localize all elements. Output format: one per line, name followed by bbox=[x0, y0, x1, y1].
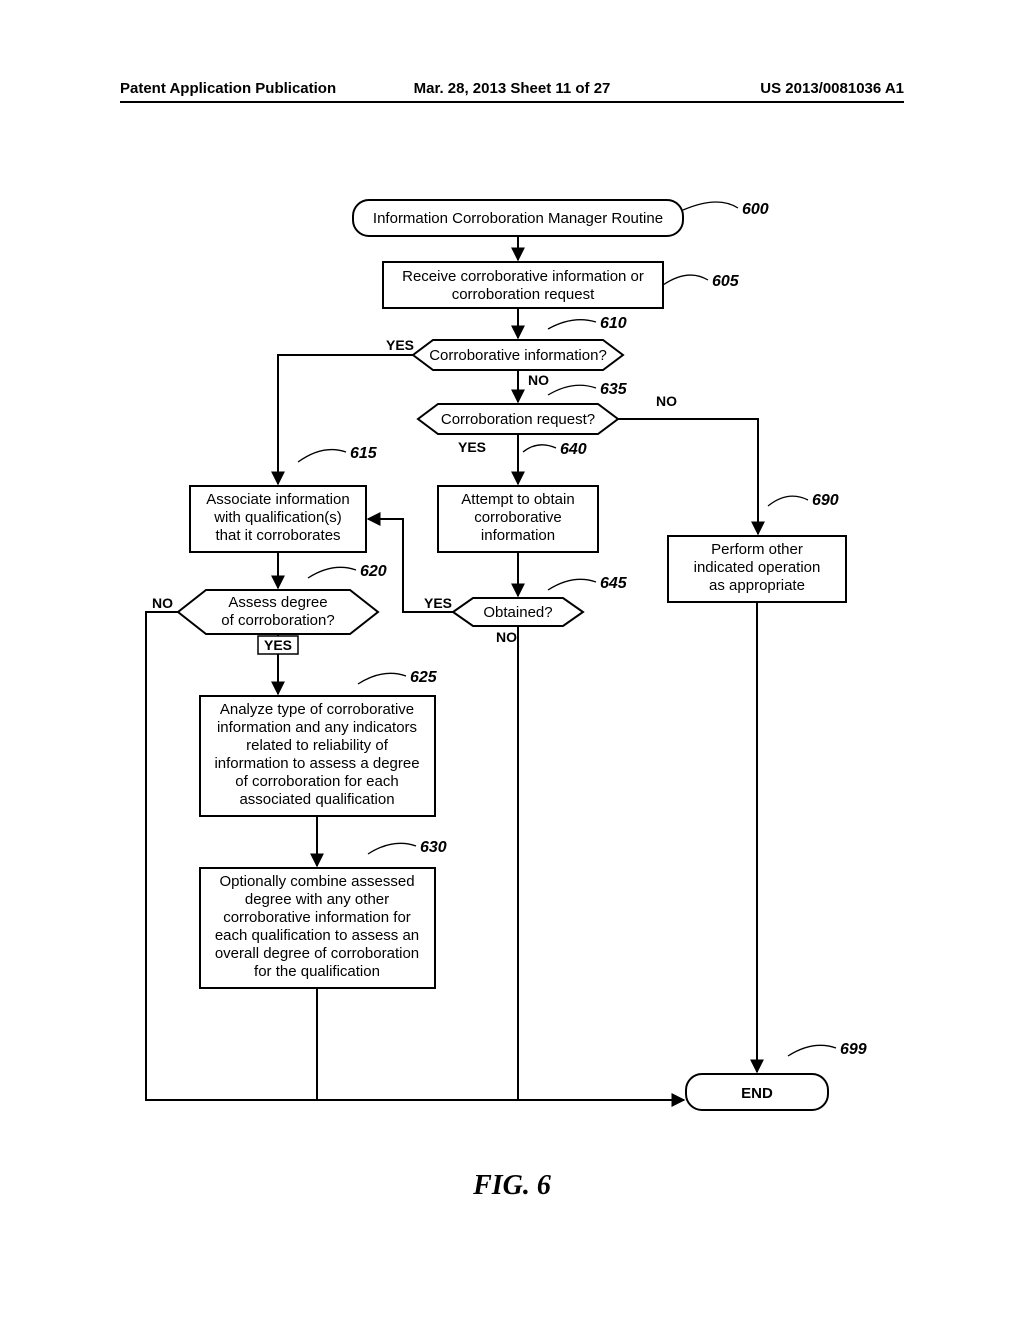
n625-l3: related to reliability of bbox=[246, 737, 389, 754]
ref-610: 610 bbox=[600, 315, 627, 332]
n615-l1: Associate information bbox=[206, 491, 349, 508]
ref-699: 699 bbox=[840, 1041, 867, 1058]
end-text: END bbox=[741, 1085, 773, 1102]
ref-600: 600 bbox=[742, 201, 769, 218]
n625-l6: associated qualification bbox=[239, 791, 394, 808]
n605-l1: Receive corroborative information or bbox=[402, 268, 644, 285]
d645-yes: YES bbox=[424, 595, 452, 611]
figure-caption: FIG. 6 bbox=[0, 1170, 1024, 1202]
n625-l5: of corroboration for each bbox=[235, 773, 398, 790]
ref-635: 635 bbox=[600, 381, 628, 398]
d610-no: NO bbox=[528, 372, 549, 388]
n630-l4: each qualification to assess an bbox=[215, 927, 419, 944]
n625-l2: information and any indicators bbox=[217, 719, 417, 736]
n630-l2: degree with any other bbox=[245, 891, 389, 908]
d645-no: NO bbox=[496, 629, 517, 645]
d635-text: Corroboration request? bbox=[441, 411, 595, 428]
ref-630: 630 bbox=[420, 839, 447, 856]
ref-690: 690 bbox=[812, 492, 839, 509]
ref-640: 640 bbox=[560, 441, 587, 458]
ref-605: 605 bbox=[712, 273, 740, 290]
start-text: Information Corroboration Manager Routin… bbox=[373, 210, 663, 227]
ref-620: 620 bbox=[360, 563, 387, 580]
d620-no: NO bbox=[152, 595, 173, 611]
page-header: Patent Application Publication Mar. 28, … bbox=[120, 80, 904, 103]
ref-615: 615 bbox=[350, 445, 378, 462]
d635-yes: YES bbox=[458, 439, 486, 455]
n690-l2: indicated operation bbox=[694, 559, 821, 576]
d610-text: Corroborative information? bbox=[429, 347, 607, 364]
d635-no: NO bbox=[656, 393, 677, 409]
n615-l2: with qualification(s) bbox=[213, 509, 342, 526]
d620-l1: Assess degree bbox=[228, 594, 327, 611]
n640-l2: corroborative bbox=[474, 509, 562, 526]
d645-text: Obtained? bbox=[483, 604, 552, 621]
header-mid: Mar. 28, 2013 Sheet 11 of 27 bbox=[351, 80, 674, 97]
ref-625: 625 bbox=[410, 669, 438, 686]
n625-l4: information to assess a degree bbox=[214, 755, 419, 772]
n625-l1: Analyze type of corroborative bbox=[220, 701, 414, 718]
patent-page: Patent Application Publication Mar. 28, … bbox=[0, 0, 1024, 1320]
n690-l3: as appropriate bbox=[709, 577, 805, 594]
n615-l3: that it corroborates bbox=[215, 527, 340, 544]
d610-yes: YES bbox=[386, 337, 414, 353]
n605-l2: corroboration request bbox=[452, 286, 595, 303]
d620-l2: of corroboration? bbox=[221, 612, 334, 629]
n640-l3: information bbox=[481, 527, 555, 544]
n630-l3: corroborative information for bbox=[223, 909, 411, 926]
n630-l6: for the qualification bbox=[254, 963, 380, 980]
ref-645: 645 bbox=[600, 575, 628, 592]
n630-l5: overall degree of corroboration bbox=[215, 945, 419, 962]
n640-l1: Attempt to obtain bbox=[461, 491, 574, 508]
d620-yes: YES bbox=[264, 637, 292, 653]
header-right: US 2013/0081036 A1 bbox=[673, 80, 904, 97]
header-left: Patent Application Publication bbox=[120, 80, 351, 97]
n630-l1: Optionally combine assessed bbox=[219, 873, 414, 890]
flowchart: Information Corroboration Manager Routin… bbox=[128, 190, 908, 1140]
n690-l1: Perform other bbox=[711, 541, 803, 558]
